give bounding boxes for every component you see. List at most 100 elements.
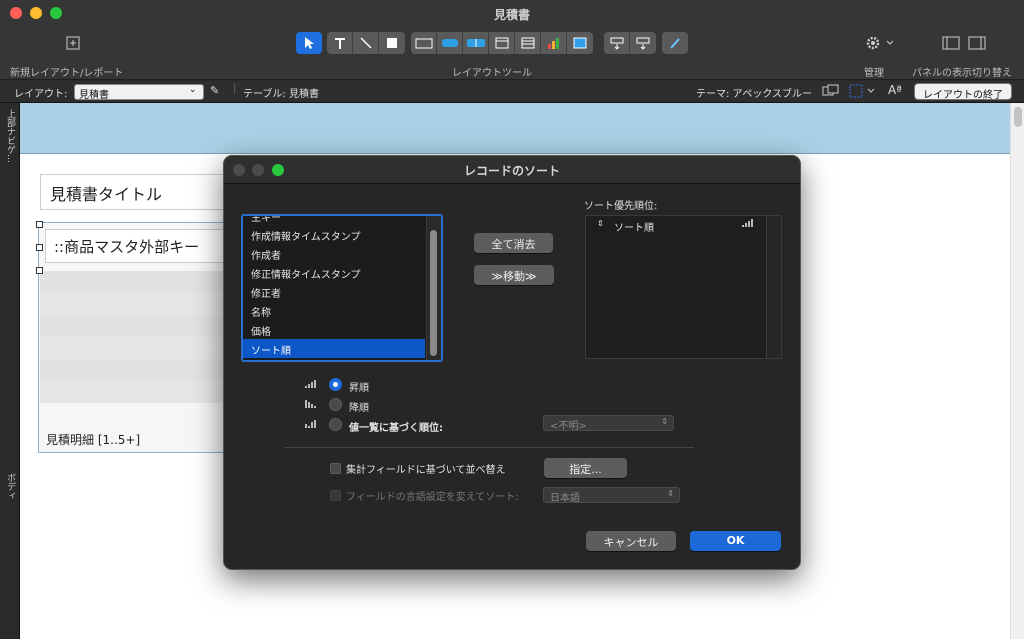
gear-icon	[858, 32, 898, 54]
portal-row	[40, 381, 248, 403]
object-tools-group	[411, 32, 593, 54]
manage-label: 管理	[864, 68, 884, 79]
new-layout-button[interactable]	[60, 32, 86, 54]
ascending-sort-icon	[741, 218, 753, 231]
format-painter-group	[662, 32, 688, 54]
language-checkbox[interactable]	[330, 490, 341, 501]
list-item[interactable]: 修正情報タイムスタンプ	[243, 263, 423, 282]
reorder-icon[interactable]: ⇕	[597, 219, 604, 228]
separator: |	[233, 83, 237, 94]
dialog-title: レコードのソート	[463, 164, 560, 178]
layout-select-value: 見積書	[79, 90, 109, 101]
ascending-label: 昇順	[349, 383, 369, 394]
value-list-popup[interactable]: <不明> ⇕	[543, 415, 674, 432]
descending-sort-icon	[304, 399, 316, 412]
dialog-titlebar: レコードのソート	[224, 156, 800, 184]
list-item[interactable]: ⇕ ソート順	[586, 216, 766, 234]
field-list[interactable]: 主キー 作成情報タイムスタンプ 作成者 修正情報タイムスタンプ 修正者 名称 価…	[241, 214, 443, 362]
priority-scrollbar[interactable]	[766, 216, 781, 358]
popover-tool-icon[interactable]	[489, 32, 515, 54]
portal-row	[40, 293, 248, 315]
field-picker-group	[604, 32, 656, 54]
chevron-down-icon: ⌄	[189, 85, 197, 95]
table-text: テーブル: 見積書	[243, 89, 319, 100]
layout-select[interactable]: 見積書 ⌄	[74, 84, 204, 101]
button-tool-icon[interactable]	[437, 32, 463, 54]
top-navigation-part[interactable]	[20, 103, 1010, 154]
summary-checkbox[interactable]	[330, 463, 341, 474]
pencil-icon[interactable]: ✎	[210, 84, 219, 97]
button-bar-tool-icon[interactable]	[463, 32, 489, 54]
clear-all-button[interactable]: 全て消去	[474, 233, 553, 253]
portal-label: 見積明細 [1..5+]	[46, 433, 141, 447]
theme-icon[interactable]	[822, 84, 840, 101]
rect-tool-icon[interactable]	[379, 32, 405, 54]
exit-layout-button[interactable]: レイアウトの終了	[914, 83, 1012, 101]
format-painter-icon[interactable]	[662, 32, 688, 54]
select-arrow-icon[interactable]	[296, 32, 322, 54]
list-item-selected[interactable]: ソート順	[243, 339, 425, 358]
panel-toggle-label: パネルの表示切り替え	[912, 68, 1012, 79]
list-item[interactable]: 主キー	[243, 216, 423, 225]
select-tool-group	[296, 32, 322, 54]
chart-tool-icon[interactable]	[541, 32, 567, 54]
manage-button[interactable]	[858, 32, 898, 54]
specify-button[interactable]: 指定...	[544, 458, 627, 478]
list-item[interactable]: 作成者	[243, 244, 423, 263]
chevron-updown-icon: ⇕	[661, 417, 668, 426]
line-tool-icon[interactable]	[353, 32, 379, 54]
title-field[interactable]: 見積書タイトル	[40, 174, 250, 210]
language-value: 日本語	[550, 493, 580, 504]
value-list-value: <不明>	[550, 421, 587, 432]
web-viewer-tool-icon[interactable]	[567, 32, 593, 54]
sort-priority-list[interactable]: ⇕ ソート順	[585, 215, 782, 359]
panel-toggle-group	[938, 32, 990, 54]
selection-handle[interactable]	[36, 267, 43, 274]
canvas-scrollbar[interactable]	[1010, 103, 1024, 639]
layout-bar: レイアウト: 見積書 ⌄ ✎ | テーブル: 見積書 テーマ: アペックスブルー…	[0, 81, 1024, 103]
value-list-radio[interactable]	[329, 418, 342, 431]
descending-label: 降順	[349, 403, 369, 414]
grid-icon[interactable]	[849, 84, 875, 101]
theme-text: テーマ: アペックスブルー	[696, 89, 813, 100]
layout-tools-label: レイアウトツール	[452, 68, 532, 79]
portal-row	[40, 337, 248, 359]
value-list-label: 値一覧に基づく順位:	[349, 423, 443, 434]
list-item[interactable]: 作成情報タイムスタンプ	[243, 225, 423, 244]
list-item[interactable]: 価格	[243, 320, 423, 339]
chevron-updown-icon: ⇕	[667, 489, 674, 498]
selection-handle[interactable]	[36, 221, 43, 228]
portal-tool-icon[interactable]	[515, 32, 541, 54]
sort-priority-label: ソート優先順位:	[584, 201, 658, 212]
text-tool-icon[interactable]	[327, 32, 353, 54]
layout-prefix: レイアウト:	[14, 89, 68, 100]
field-control-icon[interactable]	[630, 32, 656, 54]
list-item[interactable]: 修正者	[243, 282, 423, 301]
field-list-scroll-thumb[interactable]	[430, 230, 437, 356]
portal-foreign-key-field[interactable]: ::商品マスタ外部キー	[45, 229, 245, 263]
ascending-sort-icon	[304, 379, 316, 392]
ascending-radio[interactable]	[329, 378, 342, 391]
right-panel-icon[interactable]	[964, 32, 990, 54]
list-item[interactable]: 名称	[243, 301, 423, 320]
field-tool-icon[interactable]	[411, 32, 437, 54]
ok-button[interactable]: OK	[690, 531, 781, 551]
move-button[interactable]: ≫移動≫	[474, 265, 554, 285]
top-nav-part-label[interactable]: 上部ナビゲ…	[4, 109, 17, 163]
body-part-label[interactable]: ボディ	[4, 473, 17, 500]
window-titlebar: 見積書 新規レイアウト/レポート レイアウトツール 管理 パネルの表示切り替え	[0, 0, 1024, 80]
text-size-icon[interactable]: Aª	[888, 83, 902, 97]
summary-check-label: 集計フィールドに基づいて並べ替え	[346, 465, 506, 476]
new-layout-icon	[60, 32, 86, 54]
selection-handle[interactable]	[36, 244, 43, 251]
cancel-button[interactable]: キャンセル	[586, 531, 676, 551]
descending-radio[interactable]	[329, 398, 342, 411]
left-panel-icon[interactable]	[938, 32, 964, 54]
priority-item-name: ソート順	[614, 223, 654, 234]
field-picker-icon[interactable]	[604, 32, 630, 54]
portal-row	[40, 315, 248, 337]
scroll-thumb[interactable]	[1014, 107, 1022, 127]
language-popup[interactable]: 日本語 ⇕	[543, 487, 680, 504]
portal[interactable]: ::商品マスタ外部キー 見積明細 [1..5+]	[38, 222, 248, 453]
field-list-scrollbar[interactable]	[426, 216, 441, 360]
